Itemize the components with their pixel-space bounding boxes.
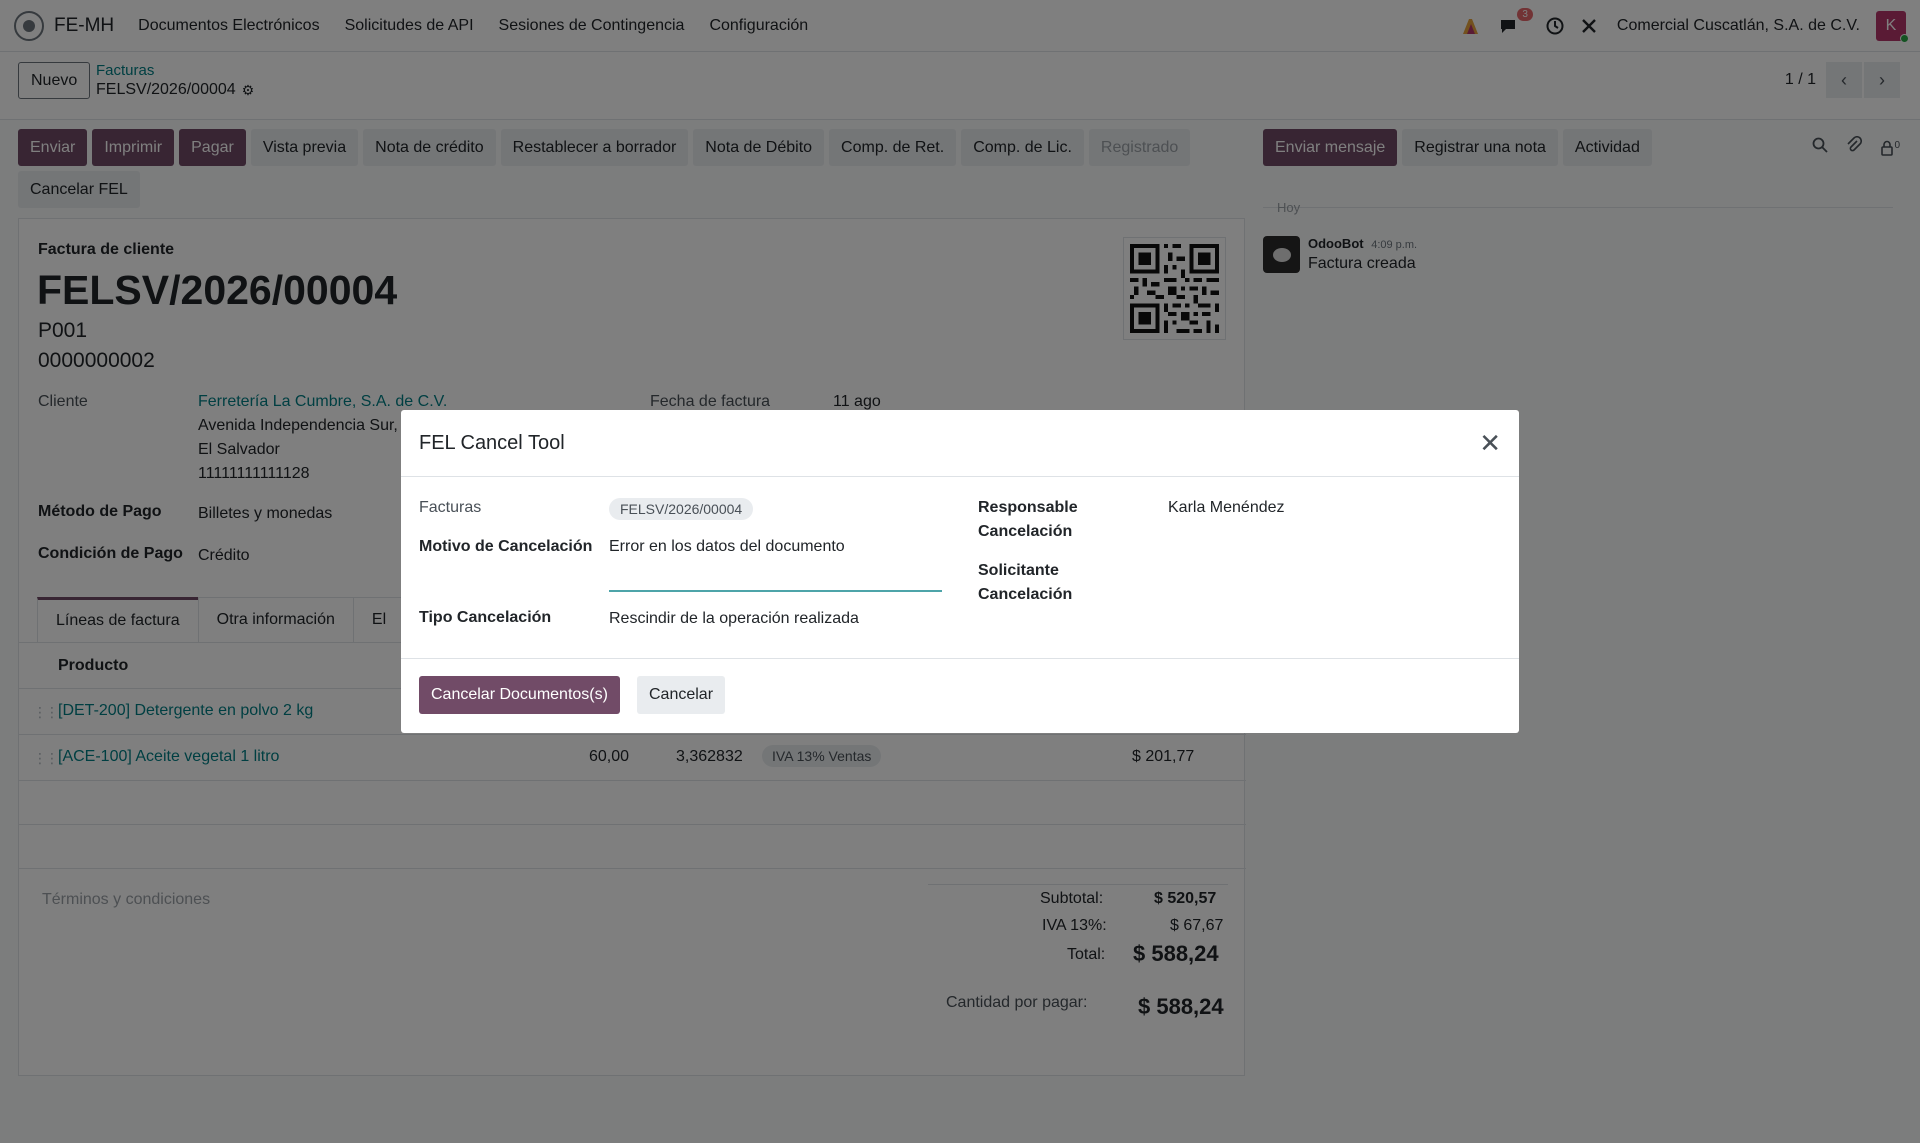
cancel-type-label: Tipo Cancelación: [419, 609, 552, 626]
responsible-label: Responsable Cancelación: [978, 496, 1078, 544]
responsible-label-line1: Responsable: [978, 499, 1078, 516]
invoice-tag[interactable]: FELSV/2026/00004: [609, 498, 754, 520]
responsible-value[interactable]: Karla Menéndez: [1168, 499, 1285, 517]
dialog-footer: Cancelar Documentos(s) Cancelar: [401, 658, 1519, 733]
reason-input[interactable]: Error en los datos del documento: [609, 538, 845, 556]
requester-label-line2: Cancelación: [978, 586, 1073, 603]
cancel-type-select[interactable]: Rescindir de la operación realizada: [609, 610, 859, 628]
responsible-label-line2: Cancelación: [978, 523, 1073, 540]
dialog-title: FEL Cancel Tool: [419, 431, 565, 454]
confirm-cancel-documents-button[interactable]: Cancelar Documentos(s): [419, 676, 620, 714]
dialog-header: FEL Cancel Tool: [401, 410, 1519, 477]
requester-label-line1: Solicitante: [978, 562, 1059, 579]
reason-input-underline: [609, 590, 942, 592]
fel-cancel-dialog: FEL Cancel Tool ✕ Facturas FELSV/2026/00…: [401, 410, 1519, 733]
invoices-label: Facturas: [419, 499, 482, 516]
dialog-cancel-button[interactable]: Cancelar: [637, 676, 726, 714]
close-icon[interactable]: ✕: [1479, 430, 1501, 456]
reason-label: Motivo de Cancelación: [419, 538, 593, 555]
requester-input[interactable]: [1168, 562, 1468, 586]
requester-label: Solicitante Cancelación: [978, 559, 1072, 607]
